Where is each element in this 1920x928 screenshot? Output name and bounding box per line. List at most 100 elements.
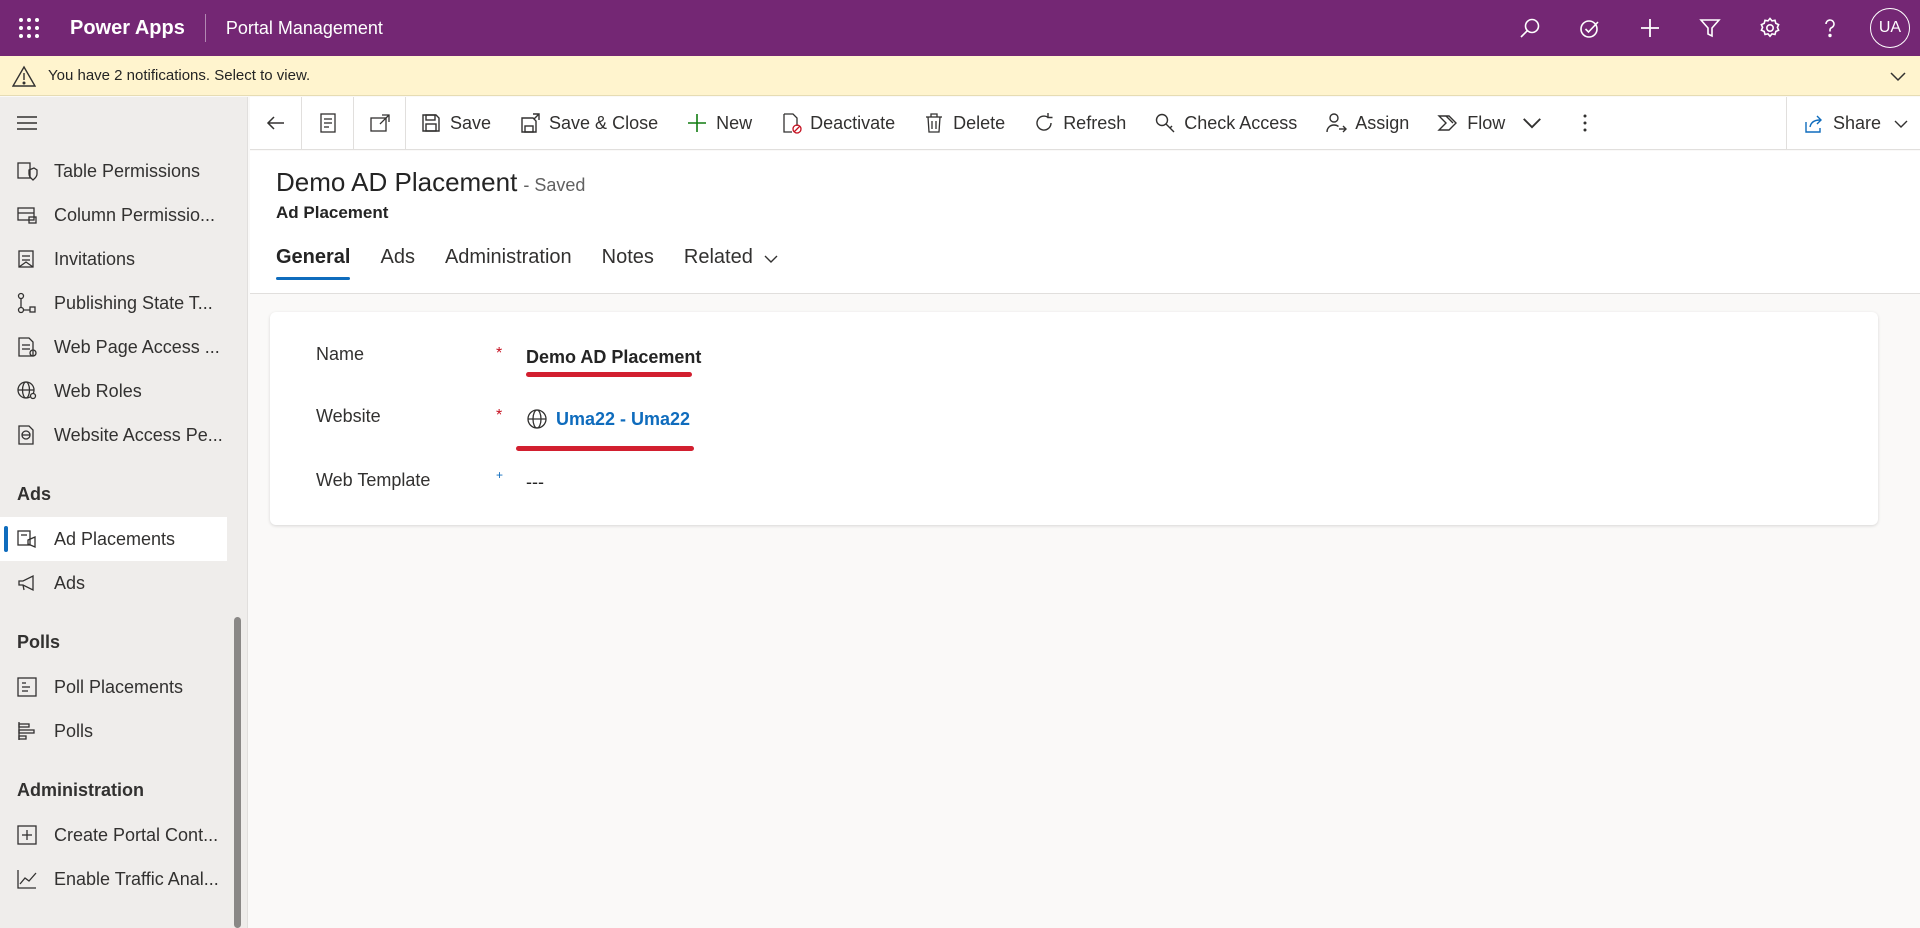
sidebar-item-website-access[interactable]: Website Access Pe...	[0, 413, 247, 457]
page-access-icon	[16, 336, 38, 358]
save-button[interactable]: Save	[406, 97, 505, 150]
chart-line-icon	[16, 868, 38, 890]
user-avatar[interactable]: UA	[1870, 8, 1910, 48]
sidebar-item-polls[interactable]: Polls	[0, 709, 247, 753]
deactivate-label: Deactivate	[810, 112, 896, 133]
website-lookup-link[interactable]: Uma22 - Uma22	[526, 408, 690, 430]
check-access-button[interactable]: Check Access	[1140, 97, 1311, 150]
search-icon	[1520, 18, 1540, 38]
recommended-indicator: +	[496, 468, 504, 482]
plus-square-icon	[16, 824, 38, 846]
poll-icon	[16, 720, 38, 742]
search-button[interactable]	[1500, 0, 1560, 56]
app-name[interactable]: Power Apps	[58, 14, 206, 42]
web-template-field[interactable]: ---	[526, 472, 544, 493]
sidebar-item-enable-traffic-analytics[interactable]: Enable Traffic Anal...	[0, 857, 247, 901]
target-check-icon	[1580, 20, 1599, 38]
plus-icon	[688, 114, 707, 132]
share-button[interactable]: Share	[1786, 97, 1920, 150]
invitation-icon	[16, 248, 38, 270]
tab-related[interactable]: Related	[684, 246, 779, 286]
new-button[interactable]	[1620, 0, 1680, 56]
settings-button[interactable]	[1740, 0, 1800, 56]
save-close-button[interactable]: Save & Close	[505, 97, 672, 150]
notification-bar[interactable]: You have 2 notifications. Select to view…	[0, 56, 1920, 96]
gear-icon	[1760, 17, 1780, 38]
sidebar-item-ad-placements[interactable]: Ad Placements	[0, 517, 227, 561]
sidebar-item-web-roles[interactable]: Web Roles	[0, 369, 247, 413]
assign-button[interactable]: Assign	[1311, 97, 1423, 150]
filter-icon	[1699, 19, 1721, 38]
sidebar-item-table-permissions[interactable]: Table Permissions	[0, 149, 247, 193]
delete-button[interactable]: Delete	[909, 97, 1019, 150]
tab-general[interactable]: General	[276, 246, 351, 286]
sidebar-scrollbar[interactable]	[234, 617, 241, 928]
sidebar-item-create-portal-content[interactable]: Create Portal Cont...	[0, 813, 247, 857]
plus-icon	[1641, 19, 1659, 37]
help-button[interactable]	[1800, 0, 1860, 56]
flow-label: Flow	[1467, 112, 1506, 133]
annotation-underline	[516, 446, 694, 451]
sidebar-item-web-page-access[interactable]: Web Page Access ...	[0, 325, 247, 369]
ad-placement-icon	[16, 528, 38, 550]
key-search-icon	[1156, 113, 1175, 133]
tab-administration[interactable]: Administration	[445, 246, 572, 286]
chevron-down-icon	[1894, 120, 1908, 128]
save-close-label: Save & Close	[549, 112, 659, 133]
sidebar-item-label: Table Permissions	[54, 160, 201, 181]
name-field[interactable]: Demo AD Placement	[526, 347, 701, 368]
sidebar-item-label: Enable Traffic Anal...	[54, 868, 219, 889]
name-label: Name	[316, 344, 365, 364]
poll-placement-icon	[16, 676, 38, 698]
assistant-button[interactable]	[1560, 0, 1620, 56]
sidebar-group-administration: Administration	[17, 779, 145, 800]
annotation-underline	[526, 372, 692, 377]
chevron-down-icon	[764, 255, 778, 263]
sidebar-item-ads[interactable]: Ads	[0, 561, 247, 605]
tab-related-label: Related	[683, 246, 753, 268]
record-entity-name: Ad Placement	[276, 203, 389, 222]
app-header: Power Apps Portal Management UA	[0, 0, 1920, 56]
megaphone-icon	[16, 572, 38, 594]
refresh-button[interactable]: Refresh	[1019, 97, 1140, 150]
warning-icon	[0, 65, 48, 87]
flow-icon	[16, 292, 38, 314]
new-record-button[interactable]: New	[672, 97, 766, 150]
area-name[interactable]: Portal Management	[206, 18, 383, 39]
waffle-icon	[19, 18, 39, 38]
record-save-status: - Saved	[523, 175, 586, 195]
form-view-button[interactable]	[302, 96, 354, 150]
column-lock-icon	[16, 204, 38, 226]
delete-label: Delete	[953, 112, 1006, 133]
open-new-window-button[interactable]	[354, 96, 406, 150]
tab-notes[interactable]: Notes	[602, 246, 654, 286]
more-commands-button[interactable]	[1565, 113, 1605, 133]
deactivate-button[interactable]: Deactivate	[766, 97, 909, 150]
assign-label: Assign	[1355, 112, 1410, 133]
sidebar-item-publishing-state[interactable]: Publishing State T...	[0, 281, 247, 325]
sidebar-item-label: Web Page Access ...	[54, 336, 220, 357]
refresh-label: Refresh	[1063, 112, 1127, 133]
filter-button[interactable]	[1680, 0, 1740, 56]
flow-button[interactable]: Flow	[1423, 97, 1565, 150]
sidebar-item-label: Poll Placements	[54, 676, 184, 697]
app-launcher-button[interactable]	[0, 0, 58, 56]
sidebar-item-label: Website Access Pe...	[54, 424, 223, 445]
notification-text: You have 2 notifications. Select to view…	[48, 67, 311, 84]
back-button[interactable]	[250, 96, 302, 150]
tab-ads[interactable]: Ads	[380, 246, 414, 286]
deactivate-icon	[783, 113, 802, 134]
sidebar-item-label: Column Permissio...	[54, 204, 216, 225]
sidebar-item-invitations[interactable]: Invitations	[0, 237, 247, 281]
save-close-icon	[521, 113, 540, 133]
expand-notifications-button[interactable]	[1888, 66, 1908, 90]
record-title-text: Demo AD Placement	[276, 167, 518, 197]
web-template-label: Web Template	[316, 470, 431, 490]
sitemap-sidebar: Table Permissions Column Permissio... In…	[0, 97, 248, 928]
trash-icon	[926, 113, 943, 133]
sidebar-item-column-permissions[interactable]: Column Permissio...	[0, 193, 247, 237]
sidebar-item-poll-placements[interactable]: Poll Placements	[0, 665, 247, 709]
collapse-nav-button[interactable]	[0, 97, 247, 149]
check-access-label: Check Access	[1184, 112, 1298, 133]
help-icon	[1825, 19, 1835, 38]
